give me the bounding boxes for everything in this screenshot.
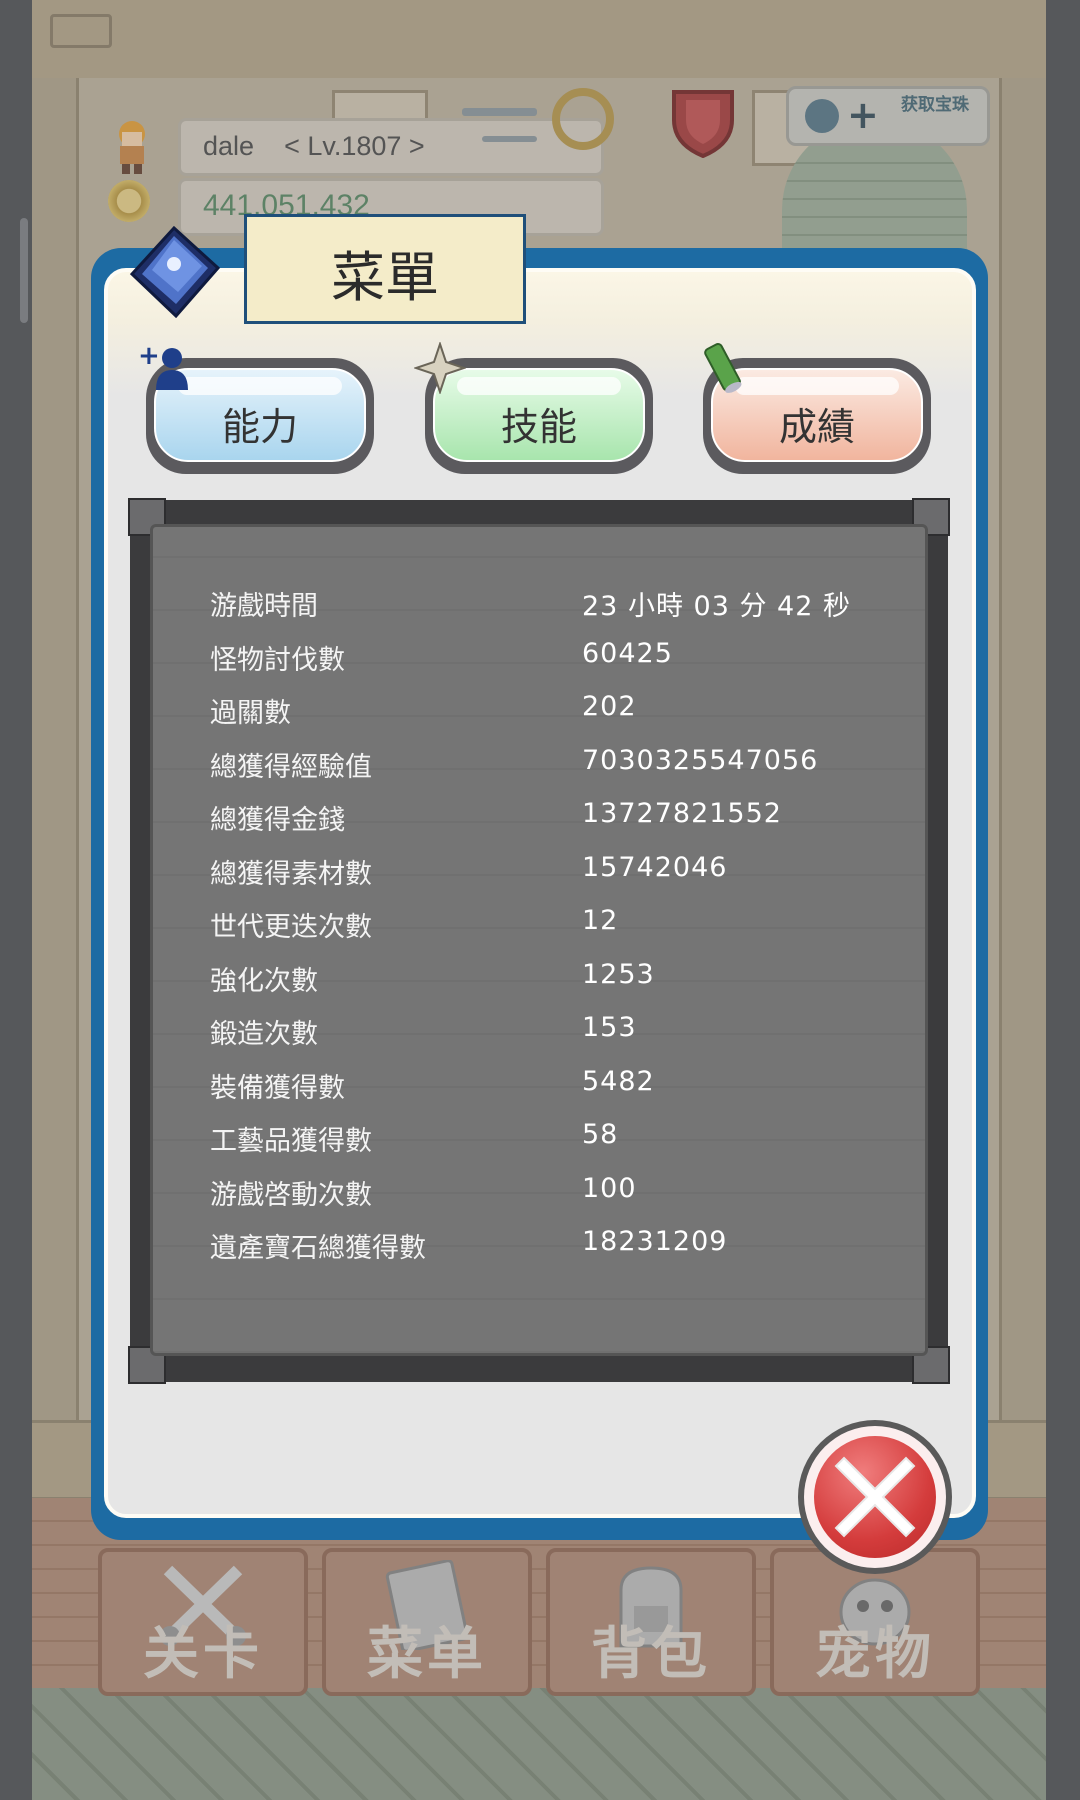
- stat-value: 12: [582, 905, 619, 936]
- stat-label: 遺產寶石總獲得數: [210, 1233, 426, 1264]
- add-person-icon: +: [138, 344, 188, 390]
- spellbook-icon: [129, 226, 220, 318]
- side-handle: [20, 218, 28, 323]
- stat-value: 7030325547056: [582, 744, 819, 776]
- tab-record-label: 成績: [778, 405, 855, 449]
- stat-value: 100: [582, 1172, 637, 1204]
- stat-row: 總獲得金錢 13727821552: [210, 798, 910, 838]
- stat-label: 強化次數: [210, 965, 318, 997]
- tab-skill-label: 技能: [500, 405, 577, 449]
- dialog-title-box: 菜單: [244, 214, 526, 324]
- stat-row: 鍛造次數 153: [210, 1012, 910, 1052]
- stat-row: 游戲啓動次數 100: [210, 1173, 910, 1213]
- stat-row: 世代更迭次數 12: [210, 905, 910, 945]
- close-button[interactable]: [798, 1420, 952, 1574]
- stat-label: 工藝品獲得數: [210, 1126, 372, 1157]
- stat-label: 總獲得金錢: [210, 805, 345, 836]
- stat-row: 游戲時間 23 小時 03 分 42 秒: [210, 584, 910, 624]
- stat-value: 60425: [582, 637, 673, 669]
- close-icon: [834, 1456, 916, 1538]
- tab-ability-label: 能力: [221, 405, 298, 449]
- stat-value: 18231209: [582, 1226, 728, 1257]
- stat-label: 裝備獲得數: [210, 1072, 345, 1104]
- dialog-title: 菜單: [331, 246, 439, 309]
- stat-row: 總獲得經驗值 7030325547056: [210, 745, 910, 785]
- stat-row: 強化次數 1253: [210, 959, 910, 999]
- stat-value: 15742046: [582, 851, 728, 883]
- stat-label: 總獲得經驗值: [210, 751, 372, 783]
- stat-label: 游戲啓動次數: [210, 1179, 372, 1211]
- scroll-icon: [704, 342, 742, 393]
- stat-value: 23 小時 03 分 42 秒: [582, 591, 851, 622]
- stat-value: 58: [582, 1119, 619, 1150]
- stat-label: 怪物討伐數: [210, 644, 345, 676]
- stat-label: 鍛造次數: [210, 1019, 318, 1050]
- stat-row: 裝備獲得數 5482: [210, 1066, 910, 1106]
- stat-row: 總獲得素材數 15742046: [210, 852, 910, 892]
- screen-bezel-left: [0, 0, 32, 1800]
- stat-label: 世代更迭次數: [210, 912, 372, 943]
- stat-row: 怪物討伐數 60425: [210, 638, 910, 678]
- stat-label: 過關數: [210, 698, 291, 729]
- stat-row: 遺產寶石總獲得數 18231209: [210, 1226, 910, 1266]
- stat-row: 工藝品獲得數 58: [210, 1119, 910, 1159]
- stat-value: 202: [582, 691, 637, 722]
- svg-text:+: +: [138, 344, 160, 371]
- stat-value: 153: [582, 1012, 637, 1043]
- stat-label: 游戲時間: [210, 591, 318, 622]
- stat-label: 總獲得素材數: [210, 858, 372, 890]
- stat-value: 13727821552: [582, 798, 782, 829]
- stat-value: 1253: [582, 958, 655, 990]
- stat-value: 5482: [582, 1065, 655, 1097]
- screen-bezel-right: [1046, 0, 1080, 1800]
- sparkle-icon: [414, 342, 466, 394]
- stat-row: 過關數 202: [210, 691, 910, 731]
